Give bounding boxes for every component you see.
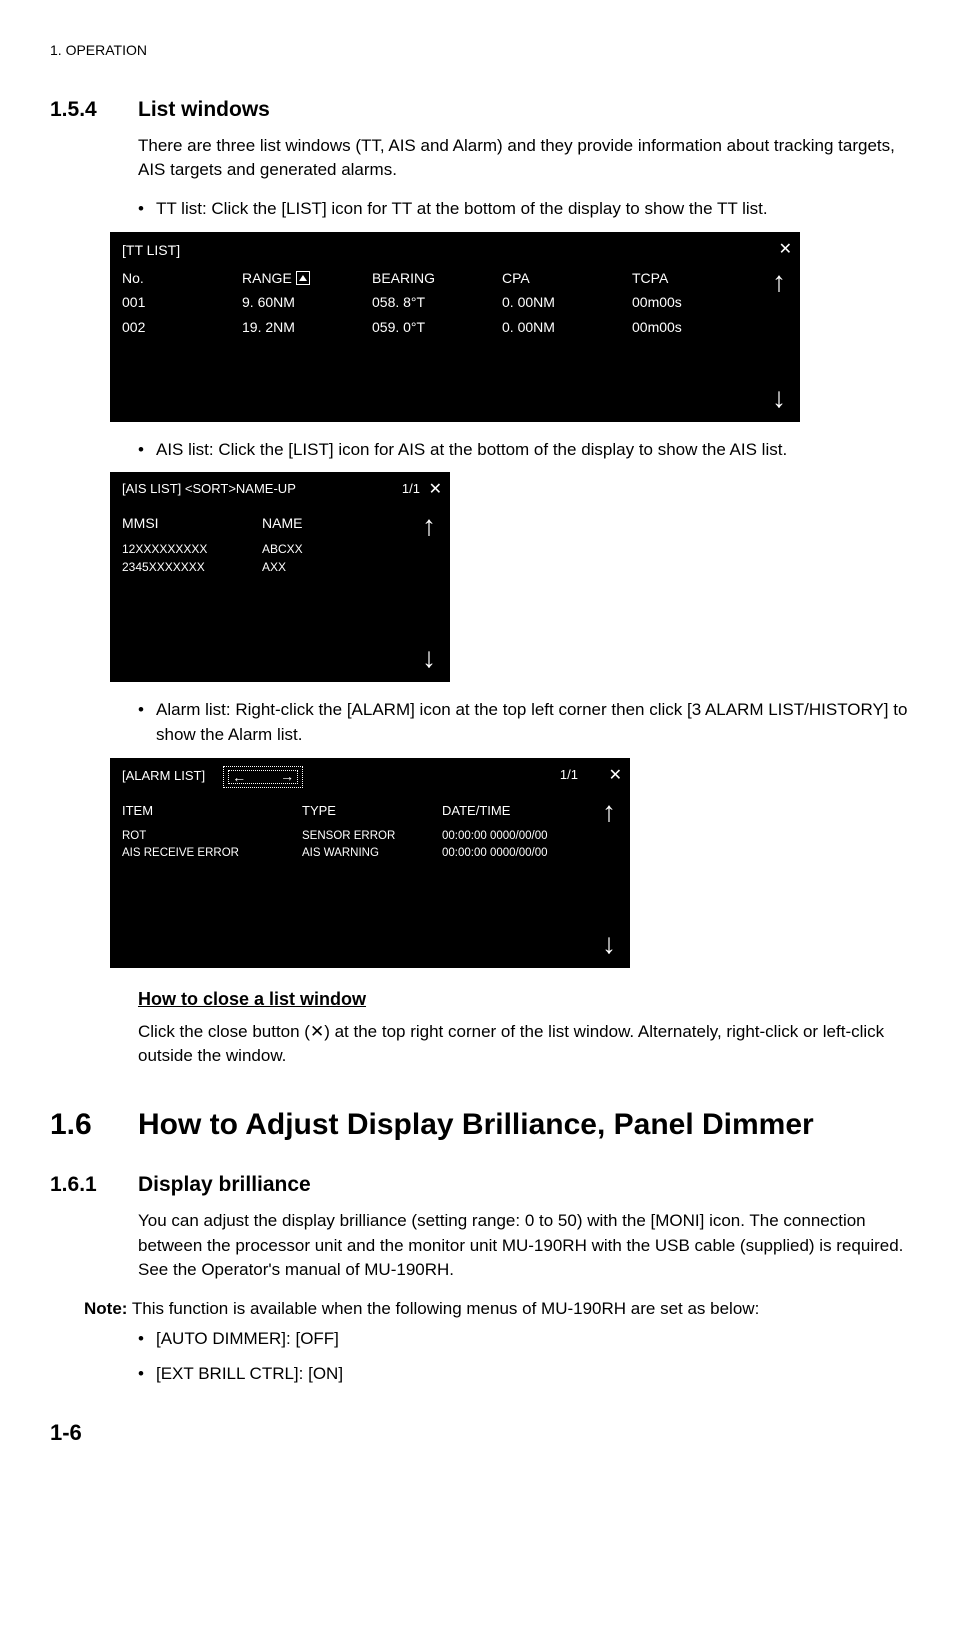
tt-header-tcpa: TCPA — [632, 268, 732, 288]
alarm-header-type: TYPE — [302, 802, 442, 821]
tt-header-bearing: BEARING — [372, 268, 502, 288]
bullet-ext-brill: • [EXT BRILL CTRL]: [ON] — [138, 1362, 920, 1387]
ais-header-mmsi: MMSI — [122, 513, 262, 533]
chevron-right-icon: → — [280, 766, 294, 786]
scroll-up-icon[interactable]: ↑ — [422, 512, 436, 540]
section-1-6-1-heading: 1.6.1 Display brilliance — [50, 1170, 920, 1200]
bullet-tt-list: • TT list: Click the [LIST] icon for TT … — [138, 197, 920, 222]
alarm-panel-title: [ALARM LIST] — [122, 767, 205, 786]
table-row: 2345XXXXXXX AXX — [110, 559, 450, 576]
tt-cell-cpa: 0. 00NM — [502, 317, 632, 337]
bullet-dot: • — [138, 1327, 156, 1352]
scroll-lr-icon[interactable]: → ← — [223, 766, 303, 788]
tt-cell-cpa: 0. 00NM — [502, 292, 632, 312]
ais-cell-name: AXX — [262, 559, 362, 576]
bullet-ais-list: • AIS list: Click the [LIST] icon for AI… — [138, 438, 920, 463]
ais-panel-title: [AIS LIST] <SORT>NAME-UP — [122, 480, 296, 499]
tt-header-range: RANGE — [242, 268, 372, 288]
chevron-left-icon: ← — [232, 767, 246, 787]
chapter-header: 1. OPERATION — [50, 40, 920, 60]
tt-cell-no: 001 — [122, 292, 242, 312]
tt-cell-range: 19. 2NM — [242, 317, 372, 337]
ais-cell-name: ABCXX — [262, 541, 362, 558]
note-label: Note: — [84, 1299, 127, 1318]
alarm-list-panel: ✕ [ALARM LIST] → ← 1/1 ITEM TYPE DATE/TI… — [110, 758, 630, 968]
bullet-dot: • — [138, 698, 156, 747]
tt-header-cpa: CPA — [502, 268, 632, 288]
alarm-header-row: ITEM TYPE DATE/TIME — [110, 792, 630, 829]
alarm-header-date: DATE/TIME — [442, 802, 592, 821]
tt-header-row: No. RANGE BEARING CPA TCPA — [110, 264, 800, 288]
ais-cell-mmsi: 2345XXXXXXX — [122, 559, 262, 576]
section-1-5-4-heading: 1.5.4 List windows — [50, 95, 920, 125]
page-number: 1-6 — [50, 1417, 920, 1449]
section-title: Display brilliance — [138, 1170, 311, 1200]
bullet-text: Alarm list: Right-click the [ALARM] icon… — [156, 698, 920, 747]
bullet-text: TT list: Click the [LIST] icon for TT at… — [156, 197, 768, 222]
alarm-panel-title-row: [ALARM LIST] → ← 1/1 — [110, 758, 630, 792]
bullet-text: [AUTO DIMMER]: [OFF] — [156, 1327, 339, 1352]
bullet-alarm-list: • Alarm list: Right-click the [ALARM] ic… — [138, 698, 920, 747]
bullet-dot: • — [138, 1362, 156, 1387]
alarm-cell-item: ROT — [122, 828, 302, 845]
section-number: 1.5.4 — [50, 95, 138, 125]
bullet-text: [EXT BRILL CTRL]: [ON] — [156, 1362, 343, 1387]
alarm-cell-item: AIS RECEIVE ERROR — [122, 845, 302, 862]
table-row: AIS RECEIVE ERROR AIS WARNING 00:00:00 0… — [110, 845, 630, 862]
bullet-dot: • — [138, 197, 156, 222]
tt-panel-title: [TT LIST] — [110, 232, 800, 264]
alarm-header-item: ITEM — [122, 802, 302, 821]
section-number: 1.6.1 — [50, 1170, 138, 1200]
alarm-cell-date: 00:00:00 0000/00/00 — [442, 845, 612, 862]
close-paragraph: Click the close button (✕) at the top ri… — [138, 1020, 920, 1069]
alarm-cell-date: 00:00:00 0000/00/00 — [442, 828, 612, 845]
ais-cell-mmsi: 12XXXXXXXXX — [122, 541, 262, 558]
scroll-down-icon[interactable]: ↓ — [602, 930, 616, 958]
ais-list-panel: ✕ [AIS LIST] <SORT>NAME-UP 1/1 MMSI NAME… — [110, 472, 450, 682]
subsection-close-title: How to close a list window — [138, 986, 920, 1012]
table-row: 002 19. 2NM 059. 0°T 0. 00NM 00m00s — [110, 313, 800, 337]
scroll-up-icon[interactable]: ↑ — [602, 798, 616, 826]
ais-header-row: MMSI NAME — [110, 503, 450, 541]
bullet-text: AIS list: Click the [LIST] icon for AIS … — [156, 438, 787, 463]
tt-cell-tcpa: 00m00s — [632, 292, 732, 312]
bullet-auto-dimmer: • [AUTO DIMMER]: [OFF] — [138, 1327, 920, 1352]
sort-up-icon[interactable] — [296, 271, 310, 285]
scroll-down-icon[interactable]: ↓ — [422, 644, 436, 672]
tt-header-no: No. — [122, 268, 242, 288]
section-title: List windows — [138, 95, 270, 125]
scroll-down-icon[interactable]: ↓ — [772, 384, 786, 412]
ais-panel-page: 1/1 — [402, 480, 420, 499]
table-row: 001 9. 60NM 058. 8°T 0. 00NM 00m00s — [110, 288, 800, 312]
section-title: How to Adjust Display Brilliance, Panel … — [138, 1103, 814, 1147]
table-row: 12XXXXXXXXX ABCXX — [110, 541, 450, 558]
note-line: Note: This function is available when th… — [84, 1297, 920, 1322]
tt-cell-bearing: 058. 8°T — [372, 292, 502, 312]
tt-cell-range: 9. 60NM — [242, 292, 372, 312]
bullet-dot: • — [138, 438, 156, 463]
tt-cell-bearing: 059. 0°T — [372, 317, 502, 337]
tt-list-panel: ✕ [TT LIST] No. RANGE BEARING CPA TCPA 0… — [110, 232, 800, 422]
table-row: ROT SENSOR ERROR 00:00:00 0000/00/00 — [110, 828, 630, 845]
alarm-cell-type: AIS WARNING — [302, 845, 442, 862]
alarm-cell-type: SENSOR ERROR — [302, 828, 442, 845]
section-number: 1.6 — [50, 1103, 138, 1147]
scroll-up-icon[interactable]: ↑ — [772, 268, 786, 296]
tt-cell-tcpa: 00m00s — [632, 317, 732, 337]
tt-cell-no: 002 — [122, 317, 242, 337]
alarm-panel-page: 1/1 — [560, 766, 578, 785]
brilliance-paragraph: You can adjust the display brilliance (s… — [138, 1209, 920, 1283]
section-intro: There are three list windows (TT, AIS an… — [138, 134, 920, 183]
note-text: This function is available when the foll… — [127, 1299, 759, 1318]
section-1-6-heading: 1.6 How to Adjust Display Brilliance, Pa… — [50, 1103, 920, 1147]
close-icon[interactable]: ✕ — [429, 478, 442, 501]
ais-header-name: NAME — [262, 513, 362, 533]
close-icon[interactable]: ✕ — [779, 238, 792, 261]
ais-panel-title-row: [AIS LIST] <SORT>NAME-UP 1/1 — [110, 472, 450, 503]
